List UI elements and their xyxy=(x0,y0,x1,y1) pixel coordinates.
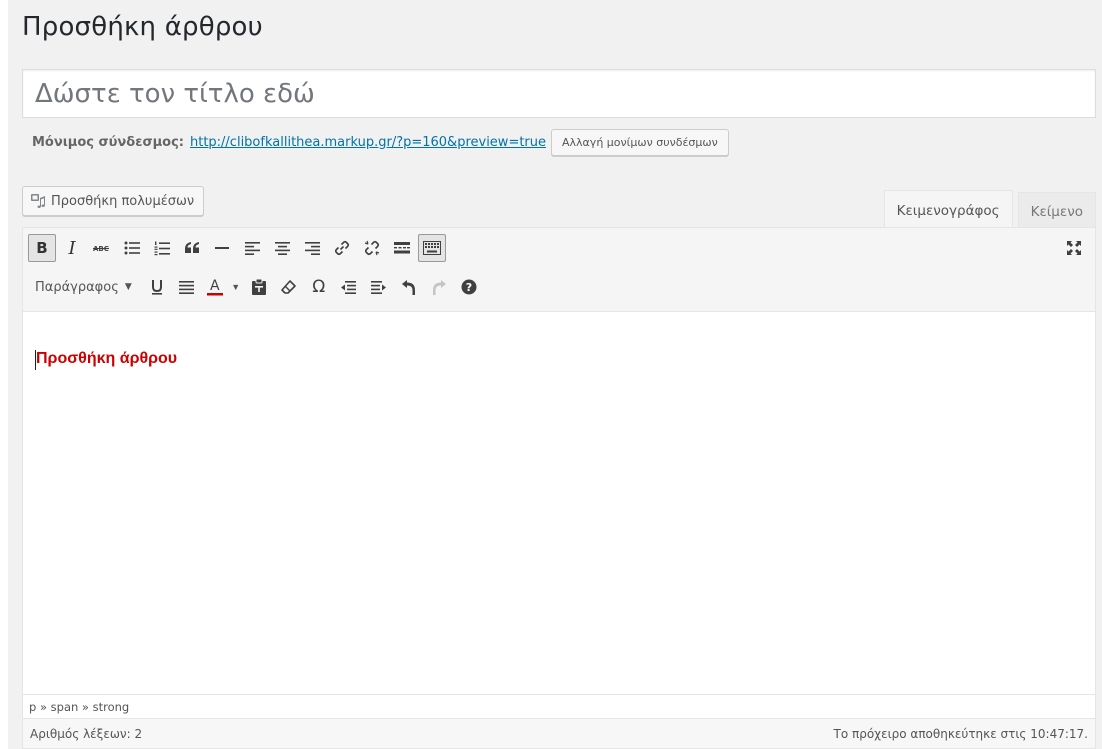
justify-icon[interactable] xyxy=(172,272,202,302)
clear-formatting-icon[interactable] xyxy=(274,272,304,302)
editor-toolbar: B I ABC xyxy=(23,228,1095,312)
undo-icon[interactable] xyxy=(394,272,424,302)
read-more-icon[interactable] xyxy=(387,233,417,263)
toolbar-row-1: B I ABC xyxy=(27,233,447,263)
text-color-dropdown-icon[interactable]: ▼ xyxy=(228,272,244,302)
chevron-down-icon: ▼ xyxy=(124,282,132,292)
align-left-icon[interactable] xyxy=(237,233,267,263)
permalink-row: Μόνιμος σύνδεσμος: http://clibofkallithe… xyxy=(32,128,729,156)
tab-visual[interactable]: Κειμενογράφος xyxy=(883,190,1013,230)
toolbar-toggle-icon[interactable] xyxy=(418,234,446,262)
editor-tabs: Κειμενογράφος Κείμενο xyxy=(879,190,1096,230)
editor-status-bar: Αριθμός λέξεων: 2 Το πρόχειρο αποθηκεύτη… xyxy=(23,718,1095,748)
media-icon xyxy=(30,193,46,209)
indent-icon[interactable] xyxy=(364,272,394,302)
add-media-label: Προσθήκη πολυμέσων xyxy=(51,193,195,209)
blockquote-icon[interactable] xyxy=(177,233,207,263)
strikethrough-icon[interactable]: ABC xyxy=(87,233,117,263)
autosave-status: Το πρόχειρο αποθηκεύτηκε στις 10:47:17. xyxy=(833,726,1088,741)
horizontal-rule-icon[interactable] xyxy=(207,233,237,263)
redo-icon[interactable] xyxy=(424,272,454,302)
bullet-list-icon[interactable] xyxy=(117,233,147,263)
change-permalinks-button[interactable]: Αλλαγή μονίμων συνδέσμων xyxy=(551,128,729,156)
post-title-placeholder: Δώστε τον τίτλο εδώ xyxy=(35,78,315,109)
text-color-icon[interactable]: A xyxy=(202,272,228,302)
outdent-icon[interactable] xyxy=(334,272,364,302)
element-path: p » span » strong xyxy=(23,694,1095,718)
align-right-icon[interactable] xyxy=(297,233,327,263)
editor-box: B I ABC xyxy=(22,227,1096,749)
format-select[interactable]: Παράγραφος ▼ xyxy=(27,273,140,301)
post-editor-screen: Προσθήκη άρθρου Δώστε τον τίτλο εδώ Μόνι… xyxy=(8,0,1102,749)
svg-text:?: ? xyxy=(466,281,472,294)
content-paragraph: Προσθήκη άρθρου xyxy=(36,350,177,368)
format-select-value: Παράγραφος xyxy=(35,279,119,295)
page-title: Προσθήκη άρθρου xyxy=(22,12,263,42)
editor-content[interactable]: Προσθήκη άρθρου xyxy=(23,312,1095,694)
special-character-icon[interactable]: Ω xyxy=(304,272,334,302)
link-icon[interactable] xyxy=(327,233,357,263)
permalink-label: Μόνιμος σύνδεσμος: xyxy=(32,134,184,150)
tab-text[interactable]: Κείμενο xyxy=(1017,192,1096,230)
permalink-link[interactable]: http://clibofkallithea.markup.gr/?p=160&… xyxy=(190,135,546,150)
paste-text-icon[interactable] xyxy=(244,272,274,302)
fullscreen-icon[interactable] xyxy=(1059,233,1089,263)
bold-icon[interactable]: B xyxy=(28,234,56,262)
add-media-button[interactable]: Προσθήκη πολυμέσων xyxy=(22,186,205,216)
help-icon[interactable]: ? xyxy=(454,272,484,302)
unlink-icon[interactable] xyxy=(357,233,387,263)
content-text: Προσθήκη άρθρου xyxy=(36,350,178,367)
svg-text:A: A xyxy=(210,278,220,294)
underline-icon[interactable] xyxy=(142,272,172,302)
numbered-list-icon[interactable] xyxy=(147,233,177,263)
post-title-input[interactable]: Δώστε τον τίτλο εδώ xyxy=(22,69,1096,118)
toolbar-row-2: Παράγραφος ▼ A ▼ Ω ? xyxy=(27,272,484,302)
align-center-icon[interactable] xyxy=(267,233,297,263)
italic-icon[interactable]: I xyxy=(57,233,87,263)
word-count: Αριθμός λέξεων: 2 xyxy=(30,726,143,741)
